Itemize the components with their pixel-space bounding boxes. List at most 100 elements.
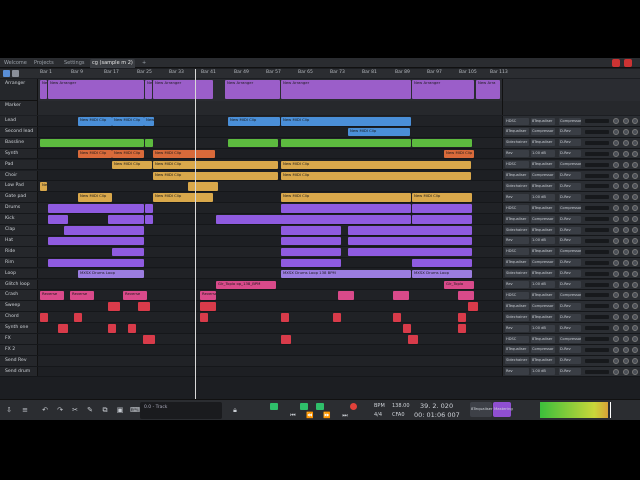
track-header[interactable]: Loop (0, 268, 38, 279)
track-lane[interactable]: New MIDI Clip (38, 181, 502, 192)
solo-icon[interactable] (632, 314, 638, 321)
volume-fader[interactable] (585, 249, 609, 254)
track-header[interactable]: Synth (0, 148, 38, 159)
track-header[interactable]: Clap (0, 225, 38, 235)
mixer-slot[interactable]: 8Tequaliser (531, 182, 555, 190)
mixer-slot[interactable]: 8Tequaliser (531, 117, 555, 125)
clip[interactable] (200, 302, 216, 311)
mixer-slot[interactable]: Compressor (559, 204, 581, 212)
pan-knob[interactable] (613, 336, 619, 342)
track-lane[interactable] (38, 323, 502, 333)
clip[interactable] (412, 258, 472, 268)
solo-icon[interactable] (632, 248, 638, 255)
tab-project[interactable]: cg (sample m 2) (90, 59, 135, 68)
mute-icon[interactable] (623, 216, 629, 223)
mixer-slot[interactable]: 8Tequaliser (531, 335, 555, 343)
clip[interactable] (145, 138, 153, 148)
pan-knob[interactable] (613, 314, 619, 321)
time-signature[interactable]: 4/4 (374, 412, 382, 418)
mixer-slot[interactable]: 8Tequaliser (531, 248, 555, 256)
marker-lane[interactable] (38, 101, 502, 115)
mixer-slot[interactable]: 8Tequaliser (505, 215, 529, 223)
clip[interactable] (128, 324, 136, 333)
mixer-slot[interactable]: D-Rev (559, 357, 581, 365)
pan-knob[interactable] (613, 368, 619, 375)
mixer-slot[interactable]: Compressor (531, 259, 555, 267)
solo-icon[interactable] (632, 357, 638, 364)
volume-fader[interactable] (585, 315, 609, 320)
clip[interactable] (281, 236, 341, 246)
solo-icon[interactable] (632, 237, 638, 244)
clip[interactable]: Glr_Toplo op_138_BPM (216, 280, 276, 289)
stop-button[interactable] (316, 403, 324, 410)
clip[interactable]: New MIDI Clip (112, 149, 144, 159)
clip[interactable] (281, 335, 291, 344)
snap-icon[interactable] (12, 70, 19, 77)
clip[interactable] (74, 313, 82, 322)
clip[interactable]: Glr_Toplo (444, 280, 474, 289)
mixer-slot[interactable]: D-Rev (559, 302, 581, 310)
track-header[interactable]: Second lead (0, 126, 38, 137)
clip[interactable]: New MIDI Clip (40, 182, 47, 191)
mixer-slot[interactable]: Compressor (559, 248, 581, 256)
export-icon[interactable]: ⇩ (4, 405, 14, 415)
forward-icon[interactable]: ⏩ (322, 411, 332, 420)
mixer-slot[interactable]: Rev (505, 237, 529, 245)
track-lane[interactable]: New MIDI Clip New MIDI Clip New MIDI Clip N… (38, 192, 502, 203)
mixer-slot[interactable]: 8Tequaliser (531, 161, 555, 169)
mixer-slot[interactable]: D-Rev (559, 237, 581, 245)
mute-icon[interactable] (623, 346, 629, 353)
track-header[interactable]: Kick (0, 214, 38, 224)
track-lane[interactable] (38, 355, 502, 366)
mixer-slot[interactable]: Sidechainer (505, 139, 529, 147)
solo-icon[interactable] (632, 346, 638, 353)
mute-icon[interactable] (623, 270, 629, 277)
mute-icon[interactable] (623, 259, 629, 266)
mute-icon[interactable] (623, 314, 629, 321)
volume-fader[interactable] (585, 326, 609, 331)
volume-fader[interactable] (585, 195, 609, 200)
pan-knob[interactable] (613, 270, 619, 277)
clip[interactable]: New MIDI Clip (153, 160, 278, 170)
tab-add[interactable]: + (140, 59, 148, 68)
track-lane[interactable] (38, 246, 502, 257)
grid-icon[interactable] (3, 70, 10, 77)
track-lane[interactable]: New MIDI Clip New MIDI Clip New MIDI Clip (38, 159, 502, 170)
mute-icon[interactable] (623, 357, 629, 364)
track-lane[interactable]: MXSX Drums Loop MXSX Drums Loop 138 BPM MX… (38, 268, 502, 279)
track-header[interactable]: Rim (0, 257, 38, 268)
clip[interactable]: Reverse (70, 291, 94, 300)
clip[interactable]: New MIDI Clip (112, 117, 144, 126)
volume-fader[interactable] (585, 337, 609, 341)
pan-knob[interactable] (613, 183, 619, 190)
clip[interactable] (108, 324, 116, 333)
clip[interactable]: New MIDI Clip (412, 193, 472, 202)
timeline-ruler[interactable]: Bar 1 Bar 9 Bar 17 Bar 25 Bar 33 Bar 41 … (38, 69, 508, 78)
mute-icon[interactable] (623, 194, 629, 201)
clip[interactable] (145, 204, 153, 213)
record-indicator[interactable] (612, 59, 620, 67)
solo-icon[interactable] (632, 194, 638, 201)
track-header[interactable]: Chord (0, 312, 38, 322)
pan-knob[interactable] (613, 172, 619, 179)
clip[interactable] (393, 313, 401, 322)
track-header[interactable]: Bassline (0, 137, 38, 148)
arranger-clip[interactable]: New Arranger (412, 80, 474, 99)
clip[interactable] (281, 313, 289, 322)
mute-icon[interactable] (623, 237, 629, 244)
track-lane[interactable] (38, 235, 502, 246)
track-lane[interactable] (38, 301, 502, 312)
track-header[interactable]: Hat (0, 235, 38, 246)
redo-icon[interactable]: ↷ (55, 405, 65, 415)
clip[interactable]: New MIDI Clip (78, 117, 112, 126)
mixer-slot[interactable]: 8Tequaliser (531, 139, 555, 147)
clip[interactable] (48, 258, 144, 268)
tab-projects[interactable]: Projects (32, 59, 56, 68)
mixer-slot[interactable]: HDSC (505, 248, 529, 256)
track-lane[interactable] (38, 137, 502, 148)
arranger-clip[interactable]: New Arranger (225, 80, 280, 99)
volume-fader[interactable] (585, 304, 609, 309)
clip[interactable]: New MIDI Clip (281, 171, 471, 180)
solo-icon[interactable] (632, 139, 638, 146)
mute-icon[interactable] (623, 281, 629, 288)
